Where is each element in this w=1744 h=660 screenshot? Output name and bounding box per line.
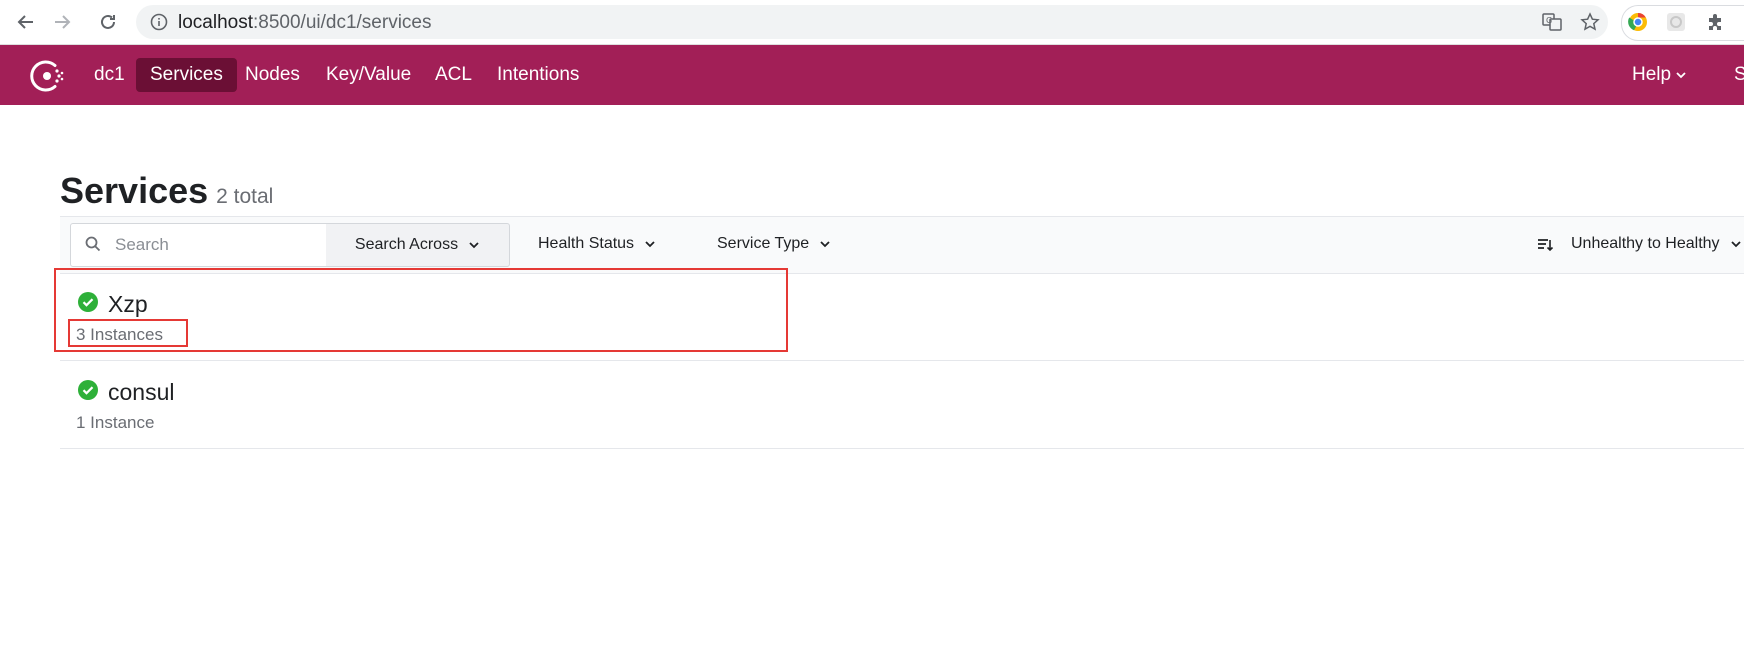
bookmark-star-icon[interactable] <box>1580 12 1600 37</box>
list-item[interactable]: consul 1 Instance <box>60 361 1744 449</box>
chevron-down-icon <box>645 241 655 248</box>
search-input[interactable] <box>113 224 317 266</box>
chevron-down-icon <box>1730 241 1741 248</box>
nav-acl[interactable]: ACL <box>421 58 486 92</box>
service-name[interactable]: consul <box>108 379 174 406</box>
settings-menu-truncated[interactable]: S <box>1734 58 1744 92</box>
app-header: dc1 Services Nodes Key/Value ACL Intenti… <box>0 45 1744 105</box>
health-status-dropdown[interactable]: Health Status <box>538 223 656 265</box>
back-icon[interactable] <box>12 8 40 36</box>
search-icon <box>85 236 101 257</box>
search-across-dropdown[interactable]: Search Across <box>326 223 510 267</box>
health-status-label: Health Status <box>538 235 635 252</box>
browser-toolbar: localhost:8500/ui/dc1/services G <box>0 0 1744 45</box>
sort-label: Unhealthy to Healthy <box>1571 235 1720 252</box>
puzzle-icon[interactable] <box>1702 8 1730 36</box>
site-info-icon[interactable] <box>150 13 168 36</box>
svg-text:G: G <box>1546 16 1552 25</box>
filter-bar: Search Across Health Status Service Type… <box>60 216 1744 274</box>
extension-icon[interactable] <box>1662 8 1690 36</box>
chevron-down-icon <box>820 241 830 248</box>
search-box <box>70 223 328 267</box>
instance-count: 1 Instance <box>76 413 155 432</box>
sort-dropdown[interactable]: Unhealthy to Healthy <box>1571 223 1742 265</box>
chevron-down-icon <box>1676 72 1686 79</box>
service-type-dropdown[interactable]: Service Type <box>717 223 831 265</box>
page-title-row: Services 2 total <box>60 170 273 212</box>
page-title: Services <box>60 170 209 211</box>
chrome-extension-icon[interactable] <box>1624 8 1652 36</box>
consul-logo-icon[interactable] <box>28 57 66 100</box>
search-across-label: Search Across <box>354 236 459 253</box>
chevron-down-icon <box>469 242 479 249</box>
datacenter-selector[interactable]: dc1 <box>80 58 139 92</box>
nav-intentions[interactable]: Intentions <box>483 58 593 92</box>
sort-icon <box>1536 236 1554 259</box>
nav-nodes[interactable]: Nodes <box>231 58 314 92</box>
service-name-line: consul <box>78 379 174 406</box>
nav-services[interactable]: Services <box>136 58 237 92</box>
url-host: localhost <box>178 12 253 33</box>
forward-icon[interactable] <box>48 8 76 36</box>
highlight-box-instances <box>68 319 188 347</box>
nav-key-value[interactable]: Key/Value <box>312 58 425 92</box>
reload-icon[interactable] <box>94 8 122 36</box>
address-bar[interactable]: localhost:8500/ui/dc1/services G <box>136 5 1608 39</box>
services-total: 2 total <box>216 185 274 208</box>
url-path: :8500/ui/dc1/services <box>253 12 432 33</box>
translate-icon[interactable]: G <box>1542 12 1562 37</box>
healthy-check-icon <box>78 380 98 405</box>
help-label: Help <box>1632 64 1672 85</box>
help-menu[interactable]: Help <box>1632 58 1687 92</box>
service-type-label: Service Type <box>717 235 810 252</box>
url-text: localhost:8500/ui/dc1/services <box>178 12 432 34</box>
